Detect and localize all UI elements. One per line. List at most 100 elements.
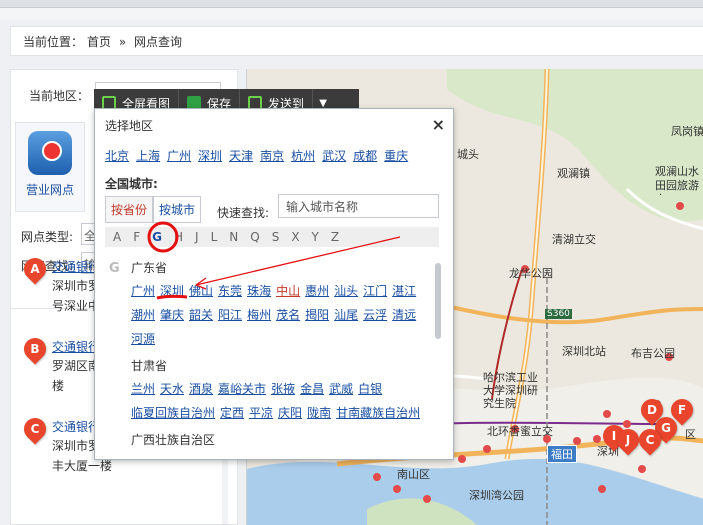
letter-link-selected[interactable]: G: [152, 230, 162, 244]
hot-city-link[interactable]: 重庆: [384, 149, 408, 163]
marker-letter: C: [645, 433, 655, 447]
city-link[interactable]: 惠州: [305, 284, 329, 298]
quick-search-label: 快速查找:: [217, 206, 270, 220]
map-label: 南山区: [397, 468, 430, 481]
map-label: 哈尔滨工业大学深圳研究生院: [483, 371, 538, 410]
close-icon[interactable]: ×: [432, 115, 445, 134]
station-label: 福田: [547, 445, 577, 463]
city-link[interactable]: 云浮: [363, 308, 387, 322]
letter-link[interactable]: X: [291, 230, 299, 244]
city-link[interactable]: 武威: [329, 382, 353, 396]
marker-letter: B: [30, 342, 40, 356]
map-marker-icon: C: [19, 413, 51, 445]
city-link[interactable]: 江门: [363, 284, 387, 298]
top-edge: [0, 0, 703, 8]
city-link[interactable]: 定西: [220, 406, 244, 420]
map-label: 布吉公园: [631, 347, 675, 360]
city-link-highlighted[interactable]: 中山: [276, 284, 300, 298]
city-link[interactable]: 广州: [131, 284, 155, 298]
letter-link[interactable]: N: [229, 230, 238, 244]
hot-city-link[interactable]: 天津: [229, 149, 253, 163]
marker-letter: A: [30, 262, 40, 276]
city-link[interactable]: 甘南藏族自治州: [336, 406, 420, 420]
city-link[interactable]: 天水: [160, 382, 184, 396]
city-link[interactable]: 临夏回族自治州: [131, 406, 215, 420]
region-label: 当前地区：: [29, 89, 90, 103]
national-cities-label: 全国城市:: [105, 177, 158, 191]
breadcrumb-current: 网点查询: [134, 35, 183, 49]
tab-outlets-label: 营业网点: [25, 183, 74, 197]
city-link[interactable]: 平凉: [249, 406, 273, 420]
city-links: 兰州 天水 酒泉 嘉峪关市 张掖 金昌 武威 白银 临夏回族自治州 定西 平凉 庆阳 陇南 甘南藏族自治…: [131, 377, 427, 425]
city-link[interactable]: 张掖: [271, 382, 295, 396]
letter-link[interactable]: Q: [250, 230, 259, 244]
hot-city-link[interactable]: 武汉: [322, 149, 346, 163]
map-marker-icon[interactable]: C: [634, 424, 666, 456]
letter-link[interactable]: A: [113, 230, 121, 244]
city-link[interactable]: 酒泉: [189, 382, 213, 396]
city-link[interactable]: 庆阳: [278, 406, 302, 420]
map-label: 深圳湾公园: [469, 489, 524, 502]
tab-by-province[interactable]: 按省份: [105, 196, 154, 223]
letter-link[interactable]: J: [195, 230, 199, 244]
hot-city-link[interactable]: 北京: [105, 149, 129, 163]
province-list: G 广东省 广州 深圳 佛山 东莞 珠海 中山 惠州 汕头 江门 湛江 潮州 肇庆 韶关 阳江 梅州 茂名揭…: [105, 257, 427, 457]
city-link[interactable]: 韶关: [189, 308, 213, 322]
breadcrumb-home-link[interactable]: 首页: [87, 35, 111, 49]
city-link[interactable]: 嘉峪关市: [218, 382, 266, 396]
city-link[interactable]: 肇庆: [160, 308, 184, 322]
city-link[interactable]: 佛山: [189, 284, 213, 298]
city-link[interactable]: 茂名: [276, 308, 300, 322]
city-picker-title: 选择地区: [105, 119, 154, 133]
city-link[interactable]: 汕尾: [334, 308, 358, 322]
map-label: 凤岗镇: [671, 125, 703, 138]
group-letter: G: [109, 261, 120, 276]
city-picker-tabs: 按省份 按城市: [105, 196, 202, 223]
hot-city-link[interactable]: 杭州: [291, 149, 315, 163]
hot-cities: 北京 上海 广州 深圳 天津 南京 杭州 武汉 成都 重庆: [105, 147, 415, 164]
province-name: 广东省: [131, 261, 168, 275]
province-group: 甘肃省 兰州 天水 酒泉 嘉峪关市 张掖 金昌 武威 白银 临夏回族自治州 定西 平凉 庆阳 陇南 甘南…: [131, 355, 427, 425]
letter-link[interactable]: H: [174, 230, 183, 244]
city-link[interactable]: 汕头: [334, 284, 358, 298]
city-link[interactable]: 深圳: [160, 284, 184, 298]
hot-city-link[interactable]: 深圳: [198, 149, 222, 163]
letter-link[interactable]: Z: [331, 230, 339, 244]
map-label: 北环香蜜立交: [487, 425, 553, 438]
marker-letter: C: [30, 422, 40, 436]
city-list-scrollbar[interactable]: [435, 263, 441, 339]
city-link[interactable]: 东莞: [218, 284, 242, 298]
city-link[interactable]: 白银: [358, 382, 382, 396]
city-link[interactable]: 清远: [392, 308, 416, 322]
quick-search-input[interactable]: 输入城市名称: [278, 194, 439, 218]
city-link[interactable]: 河源: [131, 332, 155, 346]
breadcrumb-label: 当前位置：: [23, 35, 84, 49]
letter-link[interactable]: Y: [312, 230, 319, 244]
city-link[interactable]: 金昌: [300, 382, 324, 396]
letter-link[interactable]: S: [272, 230, 280, 244]
hot-city-link[interactable]: 广州: [167, 149, 191, 163]
city-link[interactable]: 珠海: [247, 284, 271, 298]
city-link[interactable]: 梅州: [247, 308, 271, 322]
hot-city-link[interactable]: 成都: [353, 149, 377, 163]
province-group: 广西壮族自治区: [131, 429, 427, 451]
city-link[interactable]: 潮州: [131, 308, 155, 322]
hot-city-link[interactable]: 上海: [136, 149, 160, 163]
letter-link[interactable]: L: [211, 230, 218, 244]
city-links: 广州 深圳 佛山 东莞 珠海 中山 惠州 汕头 江门 湛江 潮州 肇庆 韶关 阳江 梅州 茂名 揭阳 汕尾 云浮清…: [131, 279, 427, 351]
province-group: 广东省 广州 深圳 佛山 东莞 珠海 中山 惠州 汕头 江门 湛江 潮州 肇庆 韶关 阳江 梅州 茂名 揭阳汕…: [131, 257, 427, 351]
city-link[interactable]: 陇南: [307, 406, 331, 420]
city-link[interactable]: 揭阳: [305, 308, 329, 322]
letter-link[interactable]: F: [133, 230, 140, 244]
hot-city-link[interactable]: 南京: [260, 149, 284, 163]
city-link[interactable]: 湛江: [392, 284, 416, 298]
city-link[interactable]: 兰州: [131, 382, 155, 396]
marker-letter: J: [625, 433, 631, 447]
map-label: 城头: [457, 148, 479, 161]
map-label: 观澜山水田园旅游文: [655, 165, 699, 195]
tab-by-city[interactable]: 按城市: [153, 196, 202, 223]
map-label: 区: [685, 428, 696, 441]
tab-outlets[interactable]: 营业网点: [15, 122, 85, 212]
city-link[interactable]: 阳江: [218, 308, 242, 322]
map-marker-icon: B: [19, 333, 51, 365]
